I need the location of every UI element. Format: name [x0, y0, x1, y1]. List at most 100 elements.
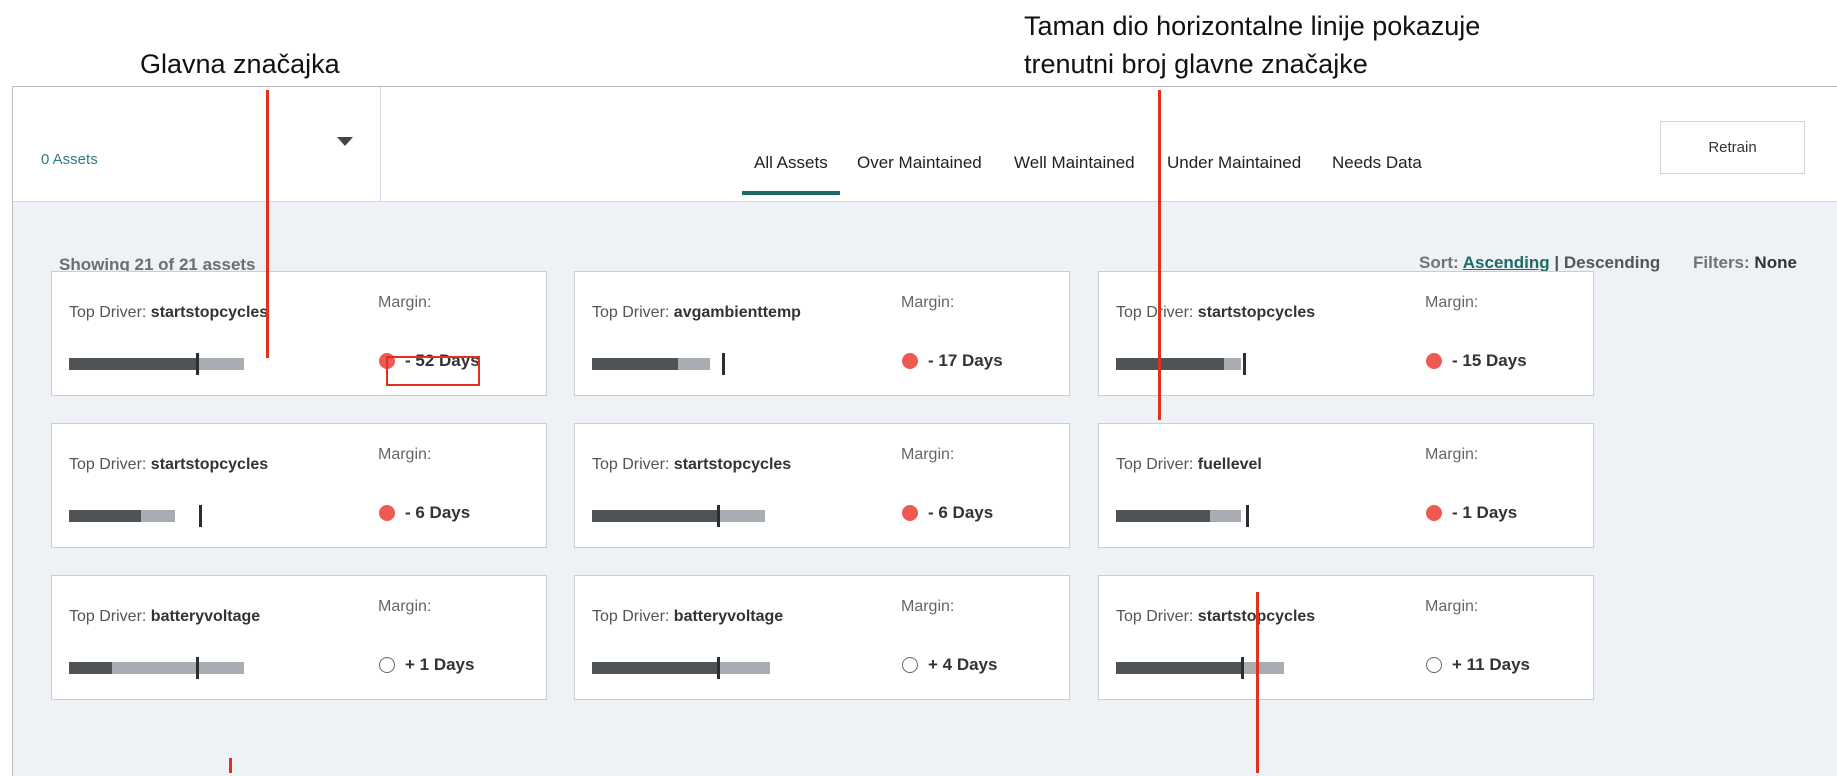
asset-card[interactable]: Top Driver: startstopcycles Margin: - 6 Da… — [574, 423, 1070, 548]
margin-days: - 6 Days — [928, 503, 994, 522]
margin-days: + 11 Days — [1452, 655, 1530, 674]
top-driver-label: Top Driver: — [69, 608, 151, 625]
top-driver-label: Top Driver: — [592, 304, 674, 321]
status-dot-red-icon — [902, 353, 918, 369]
margin-value: + 4 Days — [902, 655, 997, 675]
tab-over-maintained[interactable]: Over Maintained — [857, 153, 982, 173]
asset-card[interactable]: Top Driver: fuellevel Margin: - 1 Days — [1098, 423, 1594, 548]
margin-value: - 6 Days — [379, 503, 470, 523]
top-driver: Top Driver: startstopcycles — [592, 456, 791, 474]
driver-bar — [69, 505, 309, 527]
filters-label: Filters: — [1693, 253, 1750, 272]
driver-bar-current — [69, 662, 112, 674]
margin-label: Margin: — [901, 446, 955, 463]
driver-bar-threshold — [1246, 505, 1249, 527]
annotation-bottom-line — [229, 758, 232, 773]
top-bar: 0 Assets All Assets Over Maintained Well… — [13, 87, 1837, 202]
asset-card[interactable]: Top Driver: startstopcycles Margin: - 15 D… — [1098, 271, 1594, 396]
retrain-button[interactable]: Retrain — [1660, 121, 1805, 174]
top-driver: Top Driver: startstopcycles — [69, 456, 268, 474]
annotation-bar-marker-line — [1256, 592, 1259, 773]
top-driver-label: Top Driver: — [1116, 456, 1198, 473]
asset-selector[interactable]: 0 Assets — [13, 87, 381, 201]
driver-bar-threshold — [1243, 353, 1246, 375]
top-driver: Top Driver: batteryvoltage — [69, 608, 260, 626]
asset-card[interactable]: Top Driver: startstopcycles Margin: + 11 D… — [1098, 575, 1594, 700]
sort-descending-link[interactable]: Descending — [1564, 253, 1660, 272]
annotation-dark-part-line2: trenutni broj glavne značajke — [1024, 49, 1368, 79]
driver-bar-current — [1116, 358, 1224, 370]
driver-bar-current — [1116, 662, 1241, 674]
asset-list-app: 0 Assets All Assets Over Maintained Well… — [12, 86, 1837, 776]
margin-days: + 1 Days — [405, 655, 475, 674]
margin-days: - 17 Days — [928, 351, 1003, 370]
margin-label: Margin: — [901, 598, 955, 615]
status-dot-red-icon — [1426, 353, 1442, 369]
driver-bar-threshold — [717, 657, 720, 679]
asset-card[interactable]: Top Driver: avgambienttemp Margin: - 17 Da… — [574, 271, 1070, 396]
driver-bar — [69, 657, 309, 679]
top-driver-value: fuellevel — [1197, 456, 1262, 473]
driver-bar-threshold — [722, 353, 725, 375]
top-driver-value: startstopcycles — [150, 304, 269, 321]
driver-bar-current — [1116, 510, 1210, 522]
top-driver-value: startstopcycles — [673, 456, 792, 473]
asset-card[interactable]: Top Driver: startstopcycles Margin: - 6 Da… — [51, 423, 547, 548]
margin-label: Margin: — [378, 598, 432, 615]
driver-bar-current — [592, 662, 717, 674]
tab-well-maintained[interactable]: Well Maintained — [1014, 153, 1135, 173]
margin-value: + 11 Days — [1426, 655, 1530, 675]
status-dot-empty-icon — [902, 657, 918, 673]
margin-value: - 15 Days — [1426, 351, 1527, 371]
top-driver-label: Top Driver: — [592, 456, 674, 473]
margin-days: - 15 Days — [1452, 351, 1527, 370]
asset-card[interactable]: Top Driver: batteryvoltage Margin: + 1 Day… — [51, 575, 547, 700]
chevron-down-icon[interactable] — [337, 137, 353, 146]
filters-value: None — [1754, 253, 1797, 272]
annotation-dark-part-line — [1158, 90, 1161, 420]
tab-needs-data[interactable]: Needs Data — [1332, 153, 1422, 173]
margin-label: Margin: — [901, 294, 955, 311]
annotation-top-driver: Glavna značajka — [140, 49, 340, 79]
status-dot-red-icon — [379, 505, 395, 521]
driver-bar-threshold — [1241, 657, 1244, 679]
tab-all-assets[interactable]: All Assets — [742, 153, 840, 195]
margin-value: - 17 Days — [902, 351, 1003, 371]
top-driver-label: Top Driver: — [1116, 304, 1198, 321]
margin-value: - 1 Days — [1426, 503, 1517, 523]
margin-label: Margin: — [1425, 598, 1479, 615]
top-driver-value: batteryvoltage — [150, 608, 261, 625]
top-driver-value: startstopcycles — [1197, 304, 1316, 321]
driver-bar — [1116, 353, 1356, 375]
driver-bar — [69, 353, 309, 375]
tab-under-maintained[interactable]: Under Maintained — [1167, 153, 1301, 173]
margin-label: Margin: — [1425, 294, 1479, 311]
margin-value: + 1 Days — [379, 655, 474, 675]
top-driver: Top Driver: startstopcycles — [1116, 608, 1315, 626]
status-dot-empty-icon — [1426, 657, 1442, 673]
margin-days: - 6 Days — [405, 503, 471, 522]
sort-separator: | — [1554, 253, 1560, 272]
margin-label: Margin: — [1425, 446, 1479, 463]
status-dot-empty-icon — [379, 657, 395, 673]
asset-card[interactable]: Top Driver: batteryvoltage Margin: + 4 Day… — [574, 575, 1070, 700]
sort-ascending-link[interactable]: Ascending — [1463, 253, 1550, 272]
margin-label: Margin: — [378, 294, 432, 311]
driver-bar — [1116, 505, 1356, 527]
driver-bar — [1116, 657, 1356, 679]
top-driver-value: startstopcycles — [150, 456, 269, 473]
margin-label: Margin: — [378, 446, 432, 463]
top-driver: Top Driver: startstopcycles — [1116, 304, 1315, 322]
margin-days: + 4 Days — [928, 655, 998, 674]
sort-control: Sort: Ascending | Descending — [1419, 253, 1660, 273]
driver-bar-threshold — [196, 657, 199, 679]
filters-control[interactable]: Filters: None — [1693, 253, 1797, 273]
driver-bar — [592, 353, 832, 375]
driver-bar-current — [69, 510, 141, 522]
top-driver-label: Top Driver: — [69, 304, 151, 321]
top-driver: Top Driver: fuellevel — [1116, 456, 1262, 474]
top-driver-value: batteryvoltage — [673, 608, 784, 625]
status-dot-red-icon — [1426, 505, 1442, 521]
top-driver-label: Top Driver: — [592, 608, 674, 625]
driver-bar — [592, 505, 832, 527]
